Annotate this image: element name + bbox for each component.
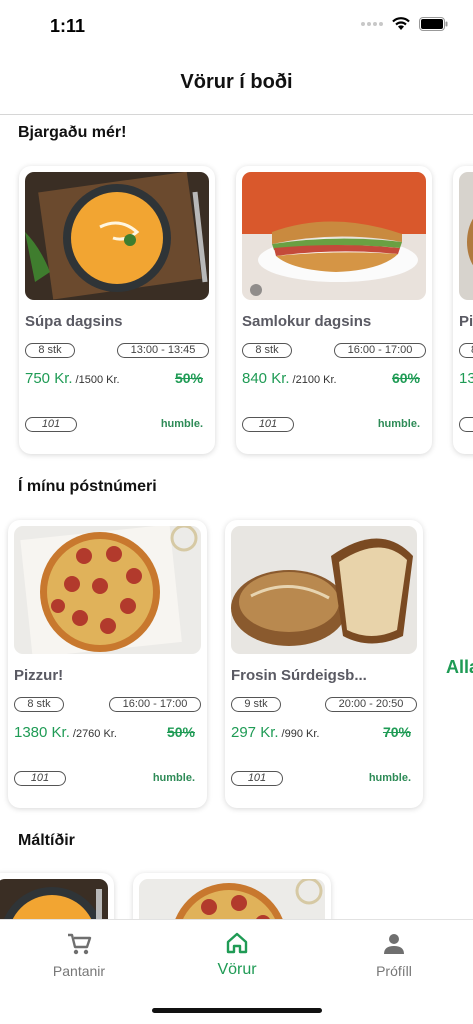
tab-label-orders: Pantanir [52, 963, 106, 979]
tab-label-products: Vörur [217, 961, 257, 978]
soup-image [25, 172, 209, 300]
product-card-partial[interactable]: Pi 8 13 [453, 166, 473, 454]
status-time: 1:11 [50, 16, 86, 36]
quantity-badge: 8 stk [242, 343, 292, 358]
pickup-time-badge: 16:00 - 17:00 [109, 697, 201, 712]
tab-products[interactable]: Vörur [177, 932, 297, 979]
product-card-soup[interactable]: Súpa dagsins 8 stk 13:00 - 13:45 750 Kr.… [19, 166, 215, 454]
quantity-badge: 8 stk [25, 343, 75, 358]
price-row: 750 Kr./1500 Kr. [25, 370, 120, 388]
quantity-badge: 8 [459, 343, 473, 358]
postcode-badge: 101 [231, 771, 283, 786]
original-price: /2760 Kr. [72, 728, 117, 740]
signal-icon [361, 21, 383, 26]
product-name: Pizzur! [14, 667, 64, 684]
section-title-postcode: Í mínu póstnúmeri [18, 478, 157, 495]
product-card-sandwich[interactable]: Samlokur dagsins 8 stk 16:00 - 17:00 840… [236, 166, 432, 454]
postcode-badge: 101 [14, 771, 66, 786]
tab-profile[interactable]: Prófíll [334, 932, 454, 979]
section-title-meals: Máltíðir [18, 832, 75, 849]
price-row: 1380 Kr./2760 Kr. [14, 724, 117, 742]
postcode-badge: 101 [25, 417, 77, 432]
discount-label: 50% [166, 724, 195, 740]
original-price: /990 Kr. [281, 728, 320, 740]
price-row: 297 Kr./990 Kr. [231, 724, 319, 742]
battery-icon [419, 16, 448, 31]
sandwich-image [242, 172, 426, 300]
discount-label: 70% [382, 724, 411, 740]
quantity-badge: 8 stk [14, 697, 64, 712]
price-row: 840 Kr./2100 Kr. [242, 370, 337, 388]
price-row: 13 [459, 370, 473, 388]
price: 840 Kr. [242, 370, 290, 387]
home-icon [226, 932, 248, 954]
partial-image [459, 172, 473, 300]
price: 1380 Kr. [14, 724, 70, 741]
discount-label: 50% [174, 370, 203, 386]
product-card-sourdough[interactable]: Frosin Súrdeigsb... 9 stk 20:00 - 20:50 … [225, 520, 423, 808]
wifi-icon [392, 17, 410, 30]
person-icon [384, 934, 404, 954]
status-bar: 1:11 [0, 0, 473, 52]
original-price: /2100 Kr. [292, 374, 337, 386]
product-name: Frosin Súrdeigsb... [231, 667, 367, 684]
discount-label: 60% [391, 370, 420, 386]
section-title-rescue: Bjargaðu mér! [18, 124, 127, 141]
pickup-time-badge: 20:00 - 20:50 [325, 697, 417, 712]
sourdough-image [231, 526, 417, 654]
pizza-image [14, 526, 201, 654]
see-all-link[interactable]: Alla [446, 657, 473, 678]
brand-label: humble. [368, 772, 411, 784]
brand-label: humble. [152, 772, 195, 784]
nav-header: Vörur í boði [0, 52, 473, 115]
product-name: Súpa dagsins [25, 313, 123, 330]
status-icons [361, 16, 449, 31]
tab-orders[interactable]: Pantanir [19, 932, 139, 979]
brand-label: humble. [160, 418, 203, 430]
quantity-badge: 9 stk [231, 697, 281, 712]
product-card-pizza[interactable]: Pizzur! 8 stk 16:00 - 17:00 1380 Kr./276… [8, 520, 207, 808]
original-price: /1500 Kr. [75, 374, 120, 386]
brand-label: humble. [377, 418, 420, 430]
price: 13 [459, 370, 473, 387]
cart-icon [68, 933, 92, 955]
product-name: Pi [459, 313, 473, 330]
price: 750 Kr. [25, 370, 73, 387]
page-title: Vörur í boði [180, 71, 293, 93]
postcode-badge [459, 417, 473, 432]
home-indicator [152, 1008, 322, 1013]
pickup-time-badge: 13:00 - 13:45 [117, 343, 209, 358]
postcode-badge: 101 [242, 417, 294, 432]
pickup-time-badge: 16:00 - 17:00 [334, 343, 426, 358]
product-name: Samlokur dagsins [242, 313, 372, 330]
tab-label-profile: Prófíll [376, 963, 412, 979]
price: 297 Kr. [231, 724, 279, 741]
